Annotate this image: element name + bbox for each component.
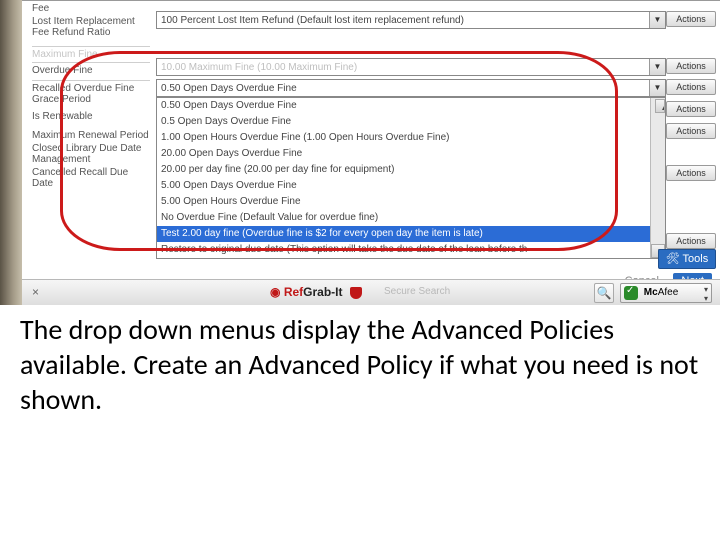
- label-cancelled: Cancelled Recall Due Date: [32, 167, 150, 189]
- actions-button[interactable]: Actions: [666, 11, 716, 27]
- secure-search-label: Secure Search: [384, 286, 450, 297]
- refgrabit-addon[interactable]: ◉ RefGrab-It: [270, 285, 362, 299]
- select-max-fine[interactable]: 10.00 Maximum Fine (10.00 Maximum Fine) …: [156, 58, 666, 76]
- dropdown-option[interactable]: 20.00 Open Days Overdue Fine: [157, 146, 665, 162]
- shield-icon: [350, 287, 362, 299]
- tools-button[interactable]: 🛠 Tools: [658, 249, 716, 269]
- window-edge-left: [0, 0, 22, 305]
- chevron-down-icon: ▼: [649, 80, 665, 96]
- scroll-up-icon[interactable]: ▲: [655, 99, 665, 113]
- label-overdue-fine: Overdue Fine: [32, 65, 150, 76]
- select-lost-refund-value: 100 Percent Lost Item Refund (Default lo…: [161, 15, 464, 26]
- dropdown-option[interactable]: Restore to original due date (This optio…: [157, 242, 665, 258]
- select-overdue-fine-value: 0.50 Open Days Overdue Fine: [161, 83, 297, 94]
- chevron-down-icon: ▾▾: [704, 285, 708, 303]
- policy-form: Fee Lost Item Replacement Fee Refund Rat…: [22, 1, 720, 275]
- field-labels: Fee Lost Item Replacement Fee Refund Rat…: [32, 1, 150, 189]
- chevron-down-icon: ▼: [649, 12, 665, 28]
- select-overdue-fine[interactable]: 0.50 Open Days Overdue Fine ▼: [156, 79, 666, 97]
- label-lost-refund: Lost Item Replacement Fee Refund Ratio: [32, 16, 150, 38]
- dropdown-option[interactable]: 5.00 Open Days Overdue Fine: [157, 178, 665, 194]
- actions-button[interactable]: Actions: [666, 165, 716, 181]
- actions-button[interactable]: Actions: [666, 123, 716, 139]
- label-recalled: Recalled Overdue Fine Grace Period: [32, 83, 150, 105]
- mcafee-button[interactable]: McMcAfeeAfee ▾▾: [620, 283, 712, 303]
- browser-viewport: Fee Lost Item Replacement Fee Refund Rat…: [22, 0, 720, 305]
- label-renewable: Is Renewable: [32, 111, 150, 122]
- dropdown-scrollbar[interactable]: ▲ ▼: [650, 98, 665, 258]
- search-icon[interactable]: 🔍: [594, 283, 614, 303]
- close-icon[interactable]: ×: [32, 285, 39, 299]
- slide-caption: The drop down menus display the Advanced…: [20, 312, 700, 417]
- label-fee: Fee: [32, 3, 150, 14]
- select-max-fine-value: 10.00 Maximum Fine (10.00 Maximum Fine): [161, 62, 357, 73]
- label-max-renewal: Maximum Renewal Period: [32, 130, 150, 141]
- dropdown-option[interactable]: 20.00 per day fine (20.00 per day fine f…: [157, 162, 665, 178]
- screenshot-region: Fee Lost Item Replacement Fee Refund Rat…: [0, 0, 720, 305]
- dropdown-option[interactable]: 1.00 Open Hours Overdue Fine (1.00 Open …: [157, 130, 665, 146]
- mcafee-check-icon: [624, 286, 638, 300]
- actions-button[interactable]: Actions: [666, 58, 716, 74]
- chevron-down-icon: ▼: [649, 59, 665, 75]
- actions-button[interactable]: Actions: [666, 79, 716, 95]
- actions-button[interactable]: Actions: [666, 233, 716, 249]
- dropdown-option[interactable]: 0.50 Open Days Overdue Fine: [157, 98, 665, 114]
- label-max-fine: Maximum Fine: [32, 49, 150, 60]
- dropdown-option[interactable]: 0.5 Open Days Overdue Fine: [157, 114, 665, 130]
- dropdown-option[interactable]: 5.00 Open Hours Overdue Fine: [157, 194, 665, 210]
- overdue-fine-dropdown[interactable]: ▲ ▼ 0.50 Open Days Overdue Fine0.5 Open …: [156, 97, 666, 259]
- dropdown-option[interactable]: No Overdue Fine (Default Value for overd…: [157, 210, 665, 226]
- actions-button[interactable]: Actions: [666, 101, 716, 117]
- dropdown-option[interactable]: Test 2.00 day fine (Overdue fine is $2 f…: [157, 226, 665, 242]
- label-closed-lib: Closed Library Due Date Management: [32, 143, 150, 165]
- browser-statusbar: × ◉ RefGrab-It Secure Search 🔍 McMcAfeeA…: [22, 279, 720, 305]
- select-lost-refund[interactable]: 100 Percent Lost Item Refund (Default lo…: [156, 11, 666, 29]
